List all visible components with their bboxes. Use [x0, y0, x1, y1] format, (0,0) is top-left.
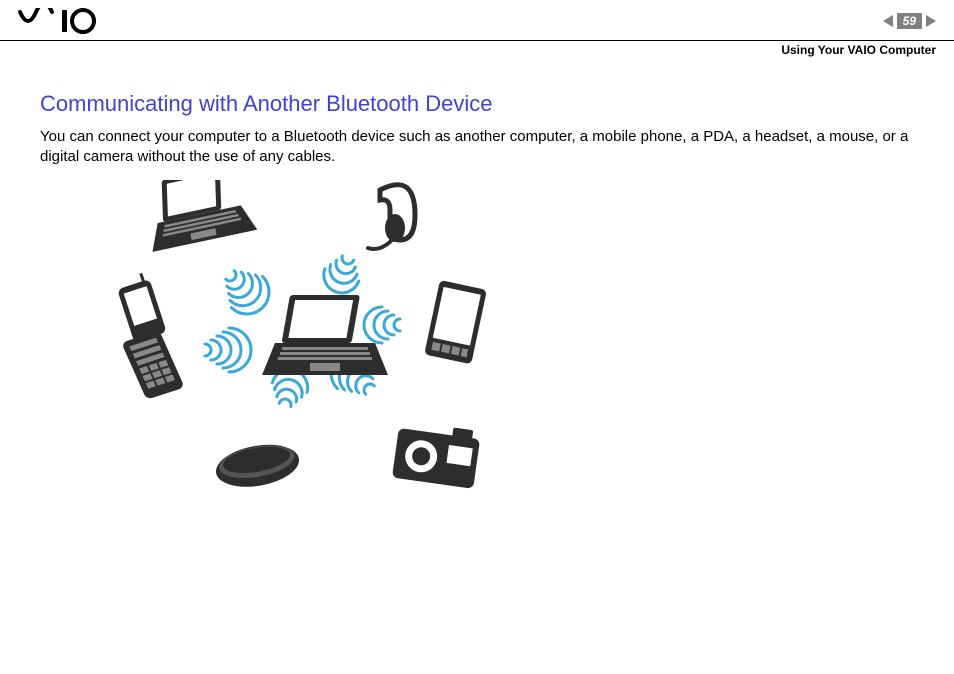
signal-icon: [205, 328, 251, 372]
page-content: Communicating with Another Bluetooth Dev…: [0, 57, 954, 515]
laptop-center-icon: [262, 295, 388, 375]
page-nav: 59: [883, 13, 936, 29]
bluetooth-diagram: [40, 180, 914, 515]
page-title: Communicating with Another Bluetooth Dev…: [40, 91, 914, 117]
page-number: 59: [897, 13, 922, 29]
section-label: Using Your VAIO Computer: [0, 41, 954, 57]
pda-icon: [424, 280, 487, 364]
signal-icon: [364, 307, 400, 343]
page-header: 59: [0, 0, 954, 41]
signal-icon: [319, 251, 365, 297]
prev-page-arrow-icon[interactable]: [883, 15, 893, 27]
flip-phone-icon: [103, 271, 185, 401]
camera-icon: [392, 420, 481, 489]
next-page-arrow-icon[interactable]: [926, 15, 936, 27]
headset-icon: [368, 184, 415, 248]
body-paragraph: You can connect your computer to a Bluet…: [40, 127, 914, 168]
vaio-logo: [18, 8, 128, 34]
signal-icon: [214, 259, 278, 323]
mouse-icon: [213, 438, 303, 492]
laptop-icon: [138, 180, 257, 252]
